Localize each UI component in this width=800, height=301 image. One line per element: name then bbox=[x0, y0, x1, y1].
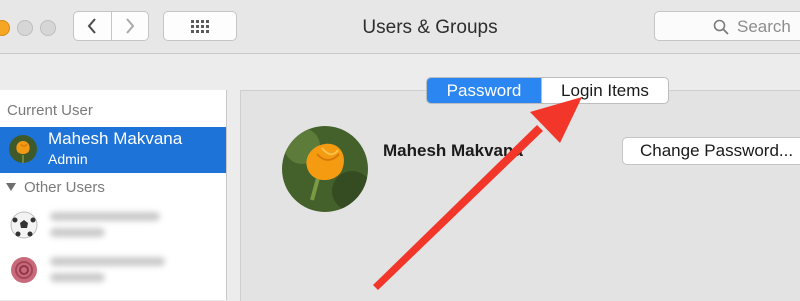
window-title: Users & Groups bbox=[362, 17, 498, 38]
profile-picture[interactable] bbox=[282, 126, 368, 212]
window-titlebar: Users & Groups Search bbox=[0, 0, 800, 54]
minimize-window-button[interactable] bbox=[17, 20, 33, 36]
current-user-section-label: Current User bbox=[7, 102, 93, 119]
back-button[interactable] bbox=[74, 12, 111, 40]
current-user-role: Admin bbox=[48, 151, 88, 167]
search-icon bbox=[713, 19, 729, 35]
blurred-role bbox=[50, 228, 105, 237]
tab-password[interactable]: Password bbox=[427, 78, 541, 103]
blurred-username bbox=[50, 257, 165, 266]
soccer-ball-avatar bbox=[10, 211, 38, 239]
rose-icon bbox=[11, 257, 37, 283]
sidebar-item-current-user[interactable]: Mahesh Makvana Admin bbox=[0, 127, 226, 173]
blurred-username bbox=[50, 212, 160, 221]
other-users-section-label: Other Users bbox=[24, 179, 105, 196]
change-password-button[interactable]: Change Password... bbox=[622, 137, 800, 165]
chevron-right-icon bbox=[125, 18, 135, 34]
flower-avatar-icon bbox=[9, 135, 37, 163]
forward-button[interactable] bbox=[110, 12, 149, 40]
search-placeholder: Search bbox=[737, 17, 791, 36]
back-forward-group bbox=[73, 11, 149, 41]
chevron-left-icon bbox=[87, 18, 97, 34]
sidebar-item-other-user[interactable] bbox=[0, 250, 226, 288]
grid-icon bbox=[191, 20, 209, 33]
disclosure-triangle-icon[interactable] bbox=[6, 182, 16, 192]
search-field[interactable]: Search bbox=[654, 11, 800, 41]
flower-avatar-icon bbox=[282, 126, 368, 212]
current-user-name: Mahesh Makvana bbox=[48, 129, 183, 148]
profile-name: Mahesh Makvana bbox=[383, 141, 523, 160]
rose-avatar bbox=[10, 256, 38, 284]
zoom-window-button[interactable] bbox=[40, 20, 56, 36]
sidebar-item-other-user[interactable] bbox=[0, 204, 226, 242]
blurred-role bbox=[50, 273, 105, 282]
show-all-button[interactable] bbox=[163, 11, 237, 41]
user-tabs: Password Login Items bbox=[426, 77, 669, 104]
users-sidebar: Current User Mahesh Makvana Admin Other … bbox=[0, 90, 227, 300]
tab-login-items[interactable]: Login Items bbox=[541, 78, 668, 103]
current-user-avatar bbox=[9, 135, 37, 163]
soccer-ball-icon bbox=[10, 211, 38, 239]
close-window-button[interactable] bbox=[0, 20, 10, 36]
